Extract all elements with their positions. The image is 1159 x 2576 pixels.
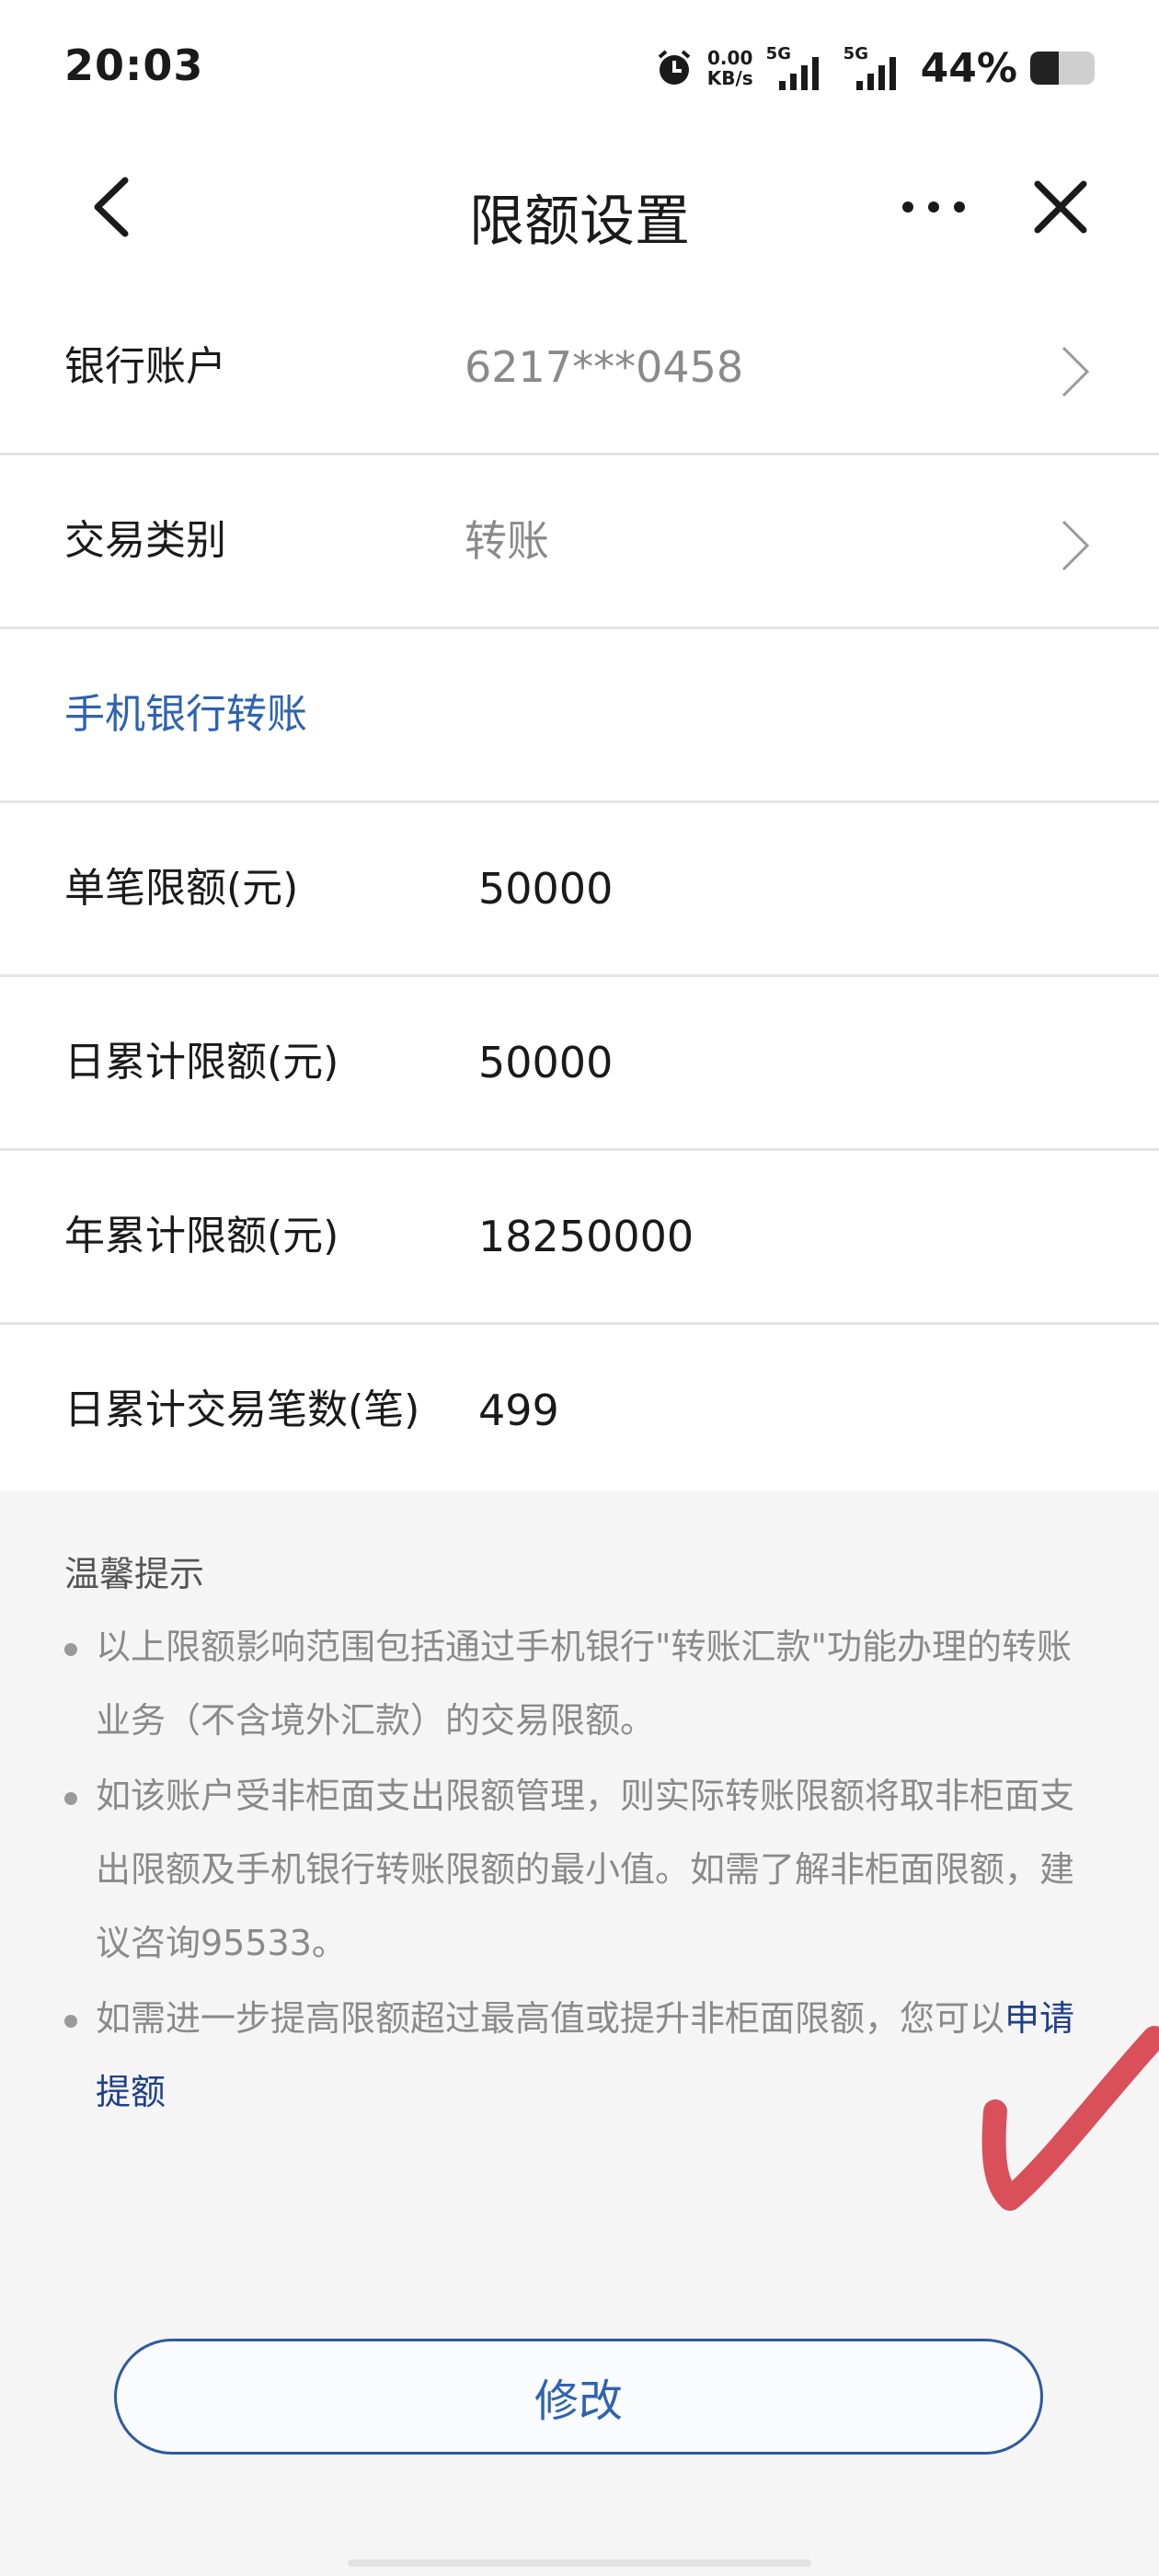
chevron-right-icon bbox=[1061, 520, 1090, 571]
home-indicator[interactable] bbox=[348, 2559, 811, 2567]
transaction-type-row[interactable]: 交易类别 转账 bbox=[0, 455, 1159, 629]
status-time: 20:03 bbox=[64, 40, 204, 90]
chevron-right-icon bbox=[1061, 346, 1090, 397]
check-mark-icon bbox=[981, 2026, 1159, 2211]
tip-item: 如该账户受非柜面支出限额管理，则实际转账限额将取非柜面支出限额及手机银行转账限额… bbox=[64, 1759, 1099, 1980]
limit-row-count: 日累计交易笔数(笔) 499 bbox=[0, 1325, 1159, 1496]
net-speed: 0.00 KB/s bbox=[707, 48, 753, 88]
signal-1: 5G bbox=[766, 44, 831, 90]
limit-row-single: 单笔限额(元) 50000 bbox=[0, 803, 1159, 977]
bullet-dot bbox=[64, 2015, 77, 2028]
alarm-icon bbox=[654, 48, 694, 88]
battery-percent: 44% bbox=[920, 44, 1017, 92]
limit-label: 日累计限额(元) bbox=[64, 1039, 339, 1086]
limit-label: 日累计交易笔数(笔) bbox=[64, 1386, 420, 1433]
more-button[interactable] bbox=[897, 193, 970, 221]
limit-label: 单笔限额(元) bbox=[64, 865, 299, 912]
section-header: 手机银行转账 bbox=[0, 629, 1159, 803]
status-bar: 20:03 0.00 KB/s 5G 5G 44% bbox=[0, 0, 1159, 138]
tip-item: 以上限额影响范围包括通过手机银行"转账汇款"功能办理的转账业务（不含境外汇款）的… bbox=[64, 1610, 1099, 1757]
tips-title: 温馨提示 bbox=[64, 1554, 205, 1594]
limit-value: 50000 bbox=[478, 1038, 614, 1087]
limit-value: 499 bbox=[478, 1386, 559, 1435]
tip-text-wrap: 如需进一步提高限额超过最高值或提升非柜面限额，您可以申请提额 bbox=[96, 1982, 1099, 2129]
limit-row-yearly: 年累计限额(元) 18250000 bbox=[0, 1151, 1159, 1325]
bullet-dot bbox=[64, 1643, 77, 1656]
signal-bars-icon bbox=[778, 57, 819, 90]
limit-value: 50000 bbox=[478, 864, 614, 914]
net-speed-unit: KB/s bbox=[706, 67, 753, 89]
limit-row-daily: 日累计限额(元) 50000 bbox=[0, 977, 1159, 1151]
account-row[interactable]: 银行账户 6217***0458 bbox=[0, 282, 1159, 455]
transaction-type-label: 交易类别 bbox=[64, 517, 226, 564]
signal-bars-icon bbox=[855, 57, 896, 90]
bullet-dot bbox=[64, 1792, 77, 1805]
account-value: 6217***0458 bbox=[465, 342, 744, 392]
battery-level bbox=[1030, 52, 1059, 85]
limit-value: 18250000 bbox=[478, 1212, 694, 1261]
limit-settings-list: 银行账户 6217***0458 交易类别 转账 手机银行转账 单笔限额(元) … bbox=[0, 282, 1159, 1496]
page-title: 限额设置 bbox=[469, 190, 690, 254]
limit-label: 年累计限额(元) bbox=[64, 1213, 339, 1259]
tip-text: 如该账户受非柜面支出限额管理，则实际转账限额将取非柜面支出限额及手机银行转账限额… bbox=[96, 1776, 1075, 1963]
status-icons: 0.00 KB/s 5G 5G 44% bbox=[654, 40, 1095, 96]
account-label: 银行账户 bbox=[64, 343, 226, 390]
tip-text: 以上限额影响范围包括通过手机银行"转账汇款"功能办理的转账业务（不含境外汇款）的… bbox=[96, 1627, 1072, 1741]
more-dots-icon bbox=[902, 201, 965, 213]
battery-icon bbox=[1030, 52, 1095, 85]
nav-bar: 限额设置 bbox=[0, 138, 1159, 276]
transaction-type-value: 转账 bbox=[465, 516, 549, 566]
tip-text: 如需进一步提高限额超过最高值或提升非柜面限额，您可以 bbox=[96, 1998, 1005, 2039]
net-speed-value: 0.00 bbox=[707, 47, 753, 69]
modify-button[interactable]: 修改 bbox=[114, 2339, 1043, 2455]
tip-item: 如需进一步提高限额超过最高值或提升非柜面限额，您可以申请提额 bbox=[64, 1982, 1099, 2129]
close-icon bbox=[1034, 180, 1087, 234]
signal-2: 5G bbox=[843, 44, 908, 90]
close-button[interactable] bbox=[1028, 175, 1093, 239]
tips-panel: 温馨提示 以上限额影响范围包括通过手机银行"转账汇款"功能办理的转账业务（不含境… bbox=[0, 1490, 1159, 2576]
section-title: 手机银行转账 bbox=[64, 691, 307, 738]
